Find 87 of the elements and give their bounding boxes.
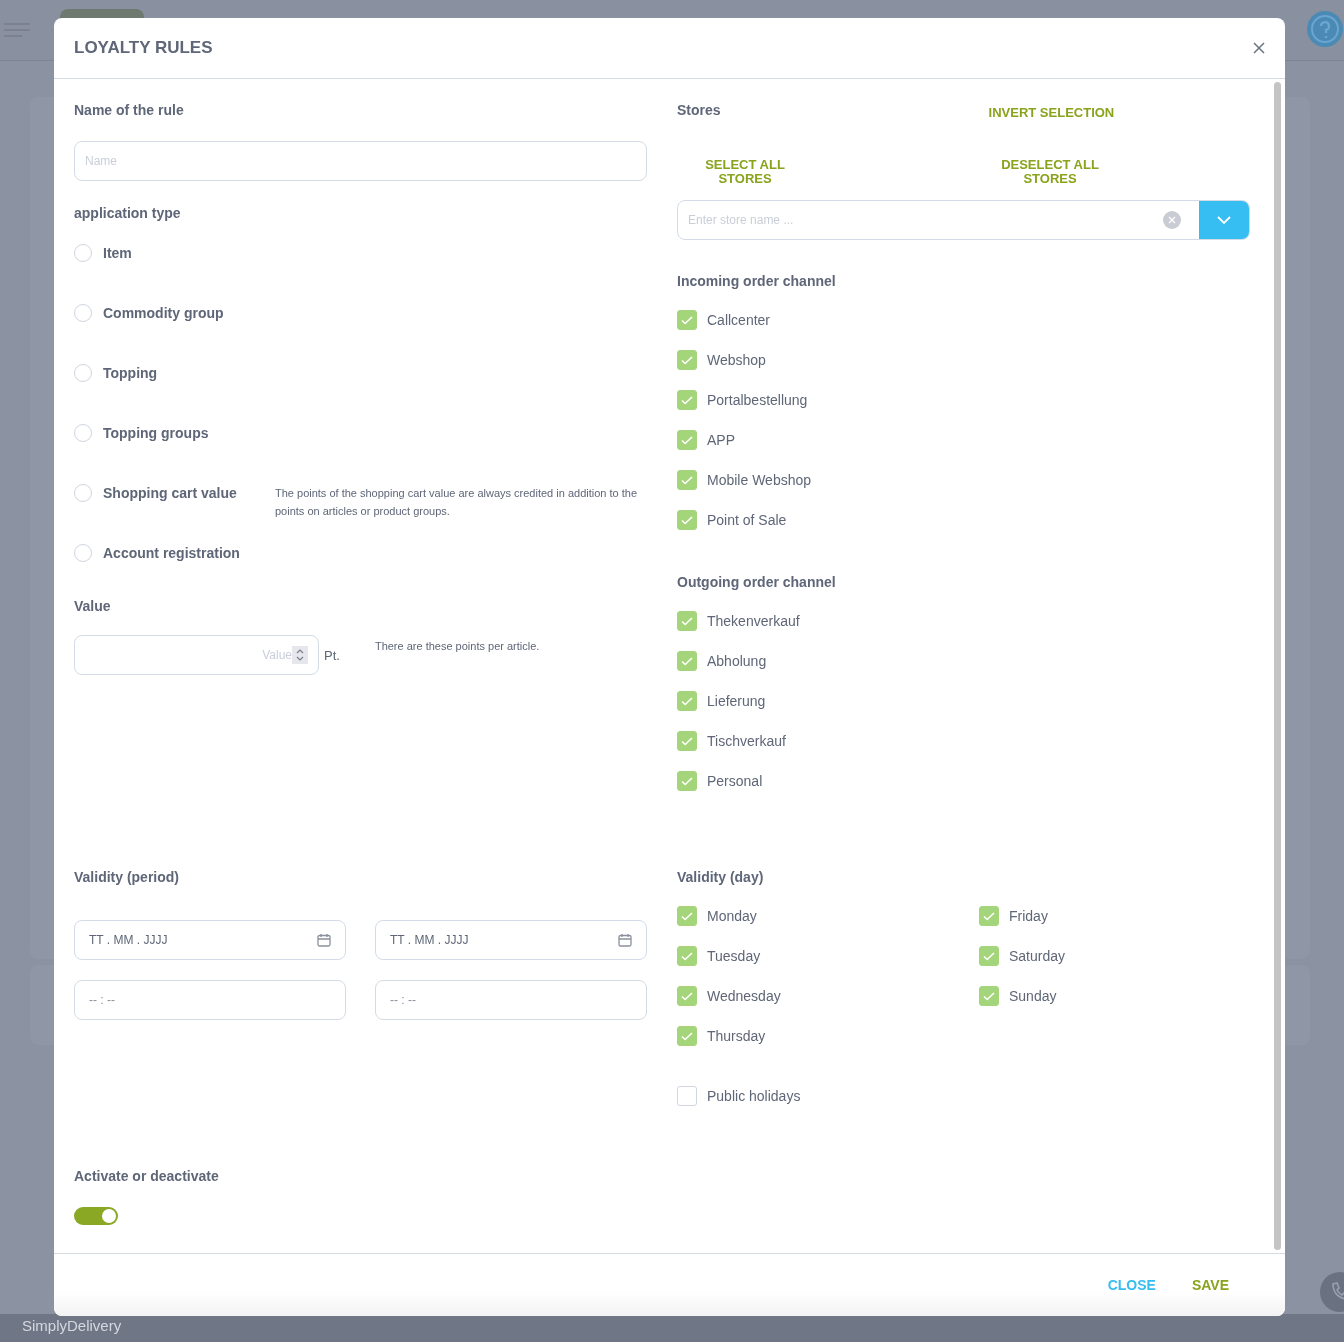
date-field[interactable]: TT . MM . JJJJ (74, 920, 346, 960)
radio-label: Account registration (103, 544, 241, 562)
app-logo: SimplyDelivery (22, 1317, 122, 1335)
checkbox-label: Public holidays (707, 1088, 801, 1104)
select-all-button[interactable]: SELECT ALL STORES (700, 158, 790, 186)
invert-selection-button[interactable]: INVERT SELECTION (988, 106, 1115, 120)
hint-text: There are these points per article. (374, 640, 540, 652)
field-label: Value (74, 598, 112, 615)
checkbox[interactable] (677, 771, 697, 791)
section-label: Validity (period) (74, 869, 180, 886)
section-label: application type (74, 205, 182, 222)
spinner-icon[interactable] (292, 646, 308, 664)
checkbox[interactable] (677, 986, 697, 1006)
checkbox[interactable] (677, 430, 697, 450)
chevron-down-icon (1216, 215, 1232, 225)
checkbox[interactable] (677, 1086, 697, 1106)
checkbox[interactable] (677, 510, 697, 530)
checkbox-label: Mobile Webshop (707, 472, 812, 488)
placeholder-text: -- : -- (89, 993, 115, 1007)
radio-button[interactable] (74, 544, 92, 562)
checkbox-label: Lieferung (707, 693, 766, 709)
checkbox-label: Thursday (707, 1028, 766, 1044)
clear-icon[interactable] (1163, 211, 1181, 229)
checkbox-label: Point of Sale (707, 512, 787, 528)
checkbox-label: APP (707, 432, 735, 448)
checkbox[interactable] (979, 986, 999, 1006)
checkbox[interactable] (677, 651, 697, 671)
checkbox[interactable] (677, 946, 697, 966)
date-field[interactable]: TT . MM . JJJJ (375, 920, 647, 960)
checkbox[interactable] (677, 906, 697, 926)
unit-label: Pt. (324, 648, 340, 663)
checkbox[interactable] (677, 350, 697, 370)
calendar-icon[interactable] (618, 933, 632, 947)
help-icon[interactable] (1306, 10, 1344, 48)
scrollbar[interactable] (1274, 82, 1281, 1250)
section-label: Incoming order channel (677, 273, 837, 290)
radio-label: Topping (103, 364, 159, 382)
checkbox-label: Webshop (707, 352, 766, 368)
toggle-switch[interactable] (74, 1207, 118, 1225)
placeholder-text: TT . MM . JJJJ (89, 933, 168, 947)
checkbox-label: Tuesday (707, 948, 761, 964)
checkbox-label: Sunday (1009, 988, 1057, 1004)
radio-button[interactable] (74, 424, 92, 442)
radio-button[interactable] (74, 244, 92, 262)
placeholder-text: TT . MM . JJJJ (390, 933, 469, 947)
time-field[interactable]: -- : -- (375, 980, 647, 1020)
checkbox[interactable] (677, 731, 697, 751)
checkbox-label: Wednesday (707, 988, 781, 1004)
dropdown-button[interactable] (1199, 201, 1249, 239)
checkbox-label: Tischverkauf (707, 733, 786, 749)
close-button[interactable]: CLOSE (1107, 1277, 1156, 1293)
checkbox-label: Thekenverkauf (707, 613, 800, 629)
dialog-title: LOYALTY RULES (74, 38, 213, 58)
calendar-icon[interactable] (317, 933, 331, 947)
radio-button[interactable] (74, 484, 92, 502)
checkbox[interactable] (979, 906, 999, 926)
radio-label: Item (103, 244, 133, 262)
checkbox-label: Abholung (707, 653, 767, 669)
field-label: Stores (677, 102, 721, 119)
radio-label: Commodity group (103, 304, 225, 322)
field-label: Name of the rule (74, 102, 185, 119)
placeholder-text: -- : -- (390, 993, 416, 1007)
section-label: Validity (day) (677, 869, 765, 886)
checkbox-label: Friday (1009, 908, 1048, 924)
checkbox-label: Saturday (1009, 948, 1066, 964)
checkbox-label: Callcenter (707, 312, 771, 328)
radio-label: Shopping cart value (103, 484, 238, 502)
section-label: Activate or deactivate (74, 1168, 220, 1185)
note-text: The points of the shopping cart value are always credited in addition to the points on articles or product groups. (275, 486, 638, 519)
radio-button[interactable] (74, 304, 92, 322)
radio-label: Topping groups (103, 424, 210, 442)
checkbox[interactable] (979, 946, 999, 966)
checkbox[interactable] (677, 611, 697, 631)
checkbox[interactable] (677, 1026, 697, 1046)
checkbox-label: Portalbestellung (707, 392, 808, 408)
close-icon[interactable] (1253, 42, 1265, 54)
checkbox[interactable] (677, 310, 697, 330)
checkbox[interactable] (677, 691, 697, 711)
time-field[interactable]: -- : -- (74, 980, 346, 1020)
section-label: Outgoing order channel (677, 574, 837, 591)
checkbox[interactable] (677, 470, 697, 490)
checkbox[interactable] (677, 390, 697, 410)
checkbox-label: Monday (707, 908, 757, 924)
deselect-all-button[interactable]: DESELECT ALL STORES (995, 158, 1105, 186)
checkbox-label: Personal (707, 773, 763, 789)
radio-button[interactable] (74, 364, 92, 382)
save-button[interactable]: SAVE (1191, 1277, 1229, 1293)
